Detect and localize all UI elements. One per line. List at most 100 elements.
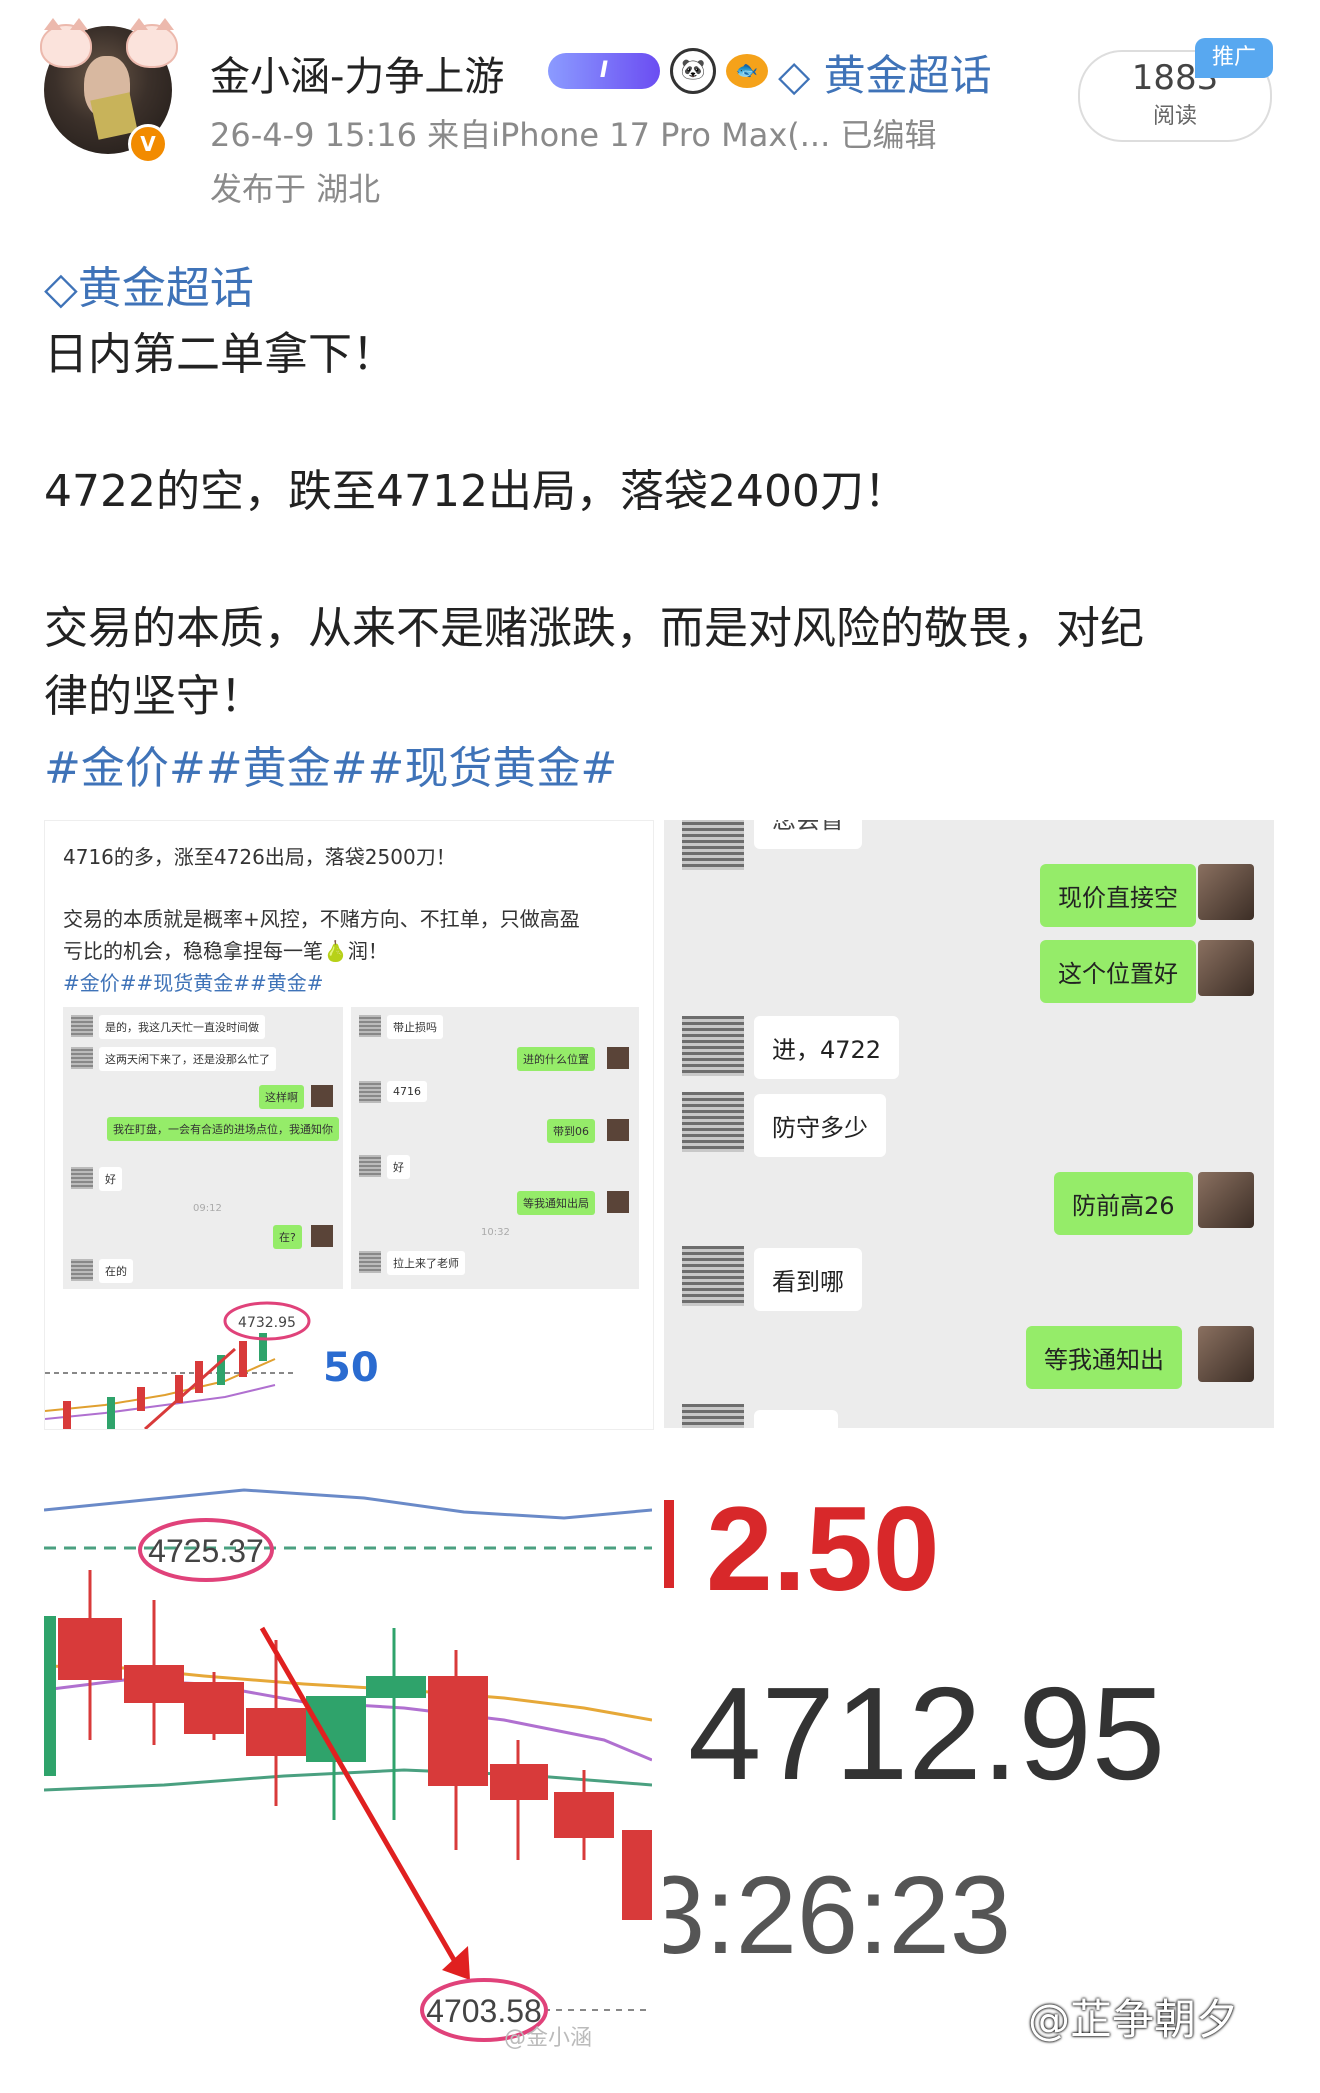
mini-msg: 好 (99, 1167, 122, 1191)
blurred-avatar (682, 1246, 744, 1306)
my-avatar (607, 1119, 629, 1141)
candle (554, 1792, 614, 1838)
img1-line2: 交易的本质就是概率+风控，不赌方向、不扛单，只做高盈 (63, 907, 580, 931)
post-image-1[interactable]: 4716的多，涨至4726出局，落袋2500刀！ 交易的本质就是概率+风控，不赌… (44, 820, 654, 1430)
chart-price-label: 4732.95 (238, 1315, 296, 1331)
blurred-avatar (682, 1404, 744, 1428)
high-price-label: 4725.37 (148, 1533, 264, 1569)
blurred-avatar (359, 1015, 381, 1037)
post-meta: 26-4-9 15:16 来自iPhone 17 Pro Max(... 已编辑 (210, 116, 937, 154)
candle (239, 1341, 247, 1377)
mini-msg: 4716 (387, 1081, 427, 1102)
chat-msg-in: 防守多少 (754, 1094, 886, 1157)
red-edge-mark (664, 1500, 674, 1588)
blurred-avatar (359, 1155, 381, 1177)
my-avatar (1198, 1326, 1254, 1382)
candle (246, 1708, 306, 1756)
weibo-watermark: @芷争朝夕 (1028, 1995, 1239, 2044)
my-avatar (1198, 864, 1254, 920)
chat-msg-out: 等我通知出 (1026, 1326, 1182, 1389)
blurred-avatar (71, 1167, 93, 1189)
topic-link[interactable]: ◇黄金超话 (44, 252, 254, 316)
chat-msg-cut: 您会盲 (754, 820, 862, 849)
author-name[interactable]: 金小涵-力争上游 (210, 44, 504, 102)
blurred-avatar (71, 1047, 93, 1069)
post-line-4: 律的坚守！ (44, 671, 264, 722)
mini-msg: 进的什么位置 (517, 1047, 595, 1071)
chat-msg-out: 现价直接空 (1040, 864, 1196, 927)
post-image-2[interactable]: 您会盲 现价直接空 这个位置好 进，4722 防守多少 防前高26 看到哪 等我… (664, 820, 1274, 1428)
candle (428, 1676, 488, 1786)
blurred-avatar (682, 1092, 744, 1152)
my-avatar (1198, 940, 1254, 996)
hashtags[interactable]: #金价##黄金##现货黄金# (44, 732, 617, 796)
mini-msg: 拉上来了老师 (387, 1251, 465, 1275)
post-image-4[interactable]: 2.50 4712.95 3:26:23 (664, 1440, 1274, 2050)
mini-msg: 在的 (99, 1259, 133, 1283)
candle (124, 1665, 184, 1703)
post-line-2: 4722的空，跌至4712出局，落袋2400刀！ (44, 466, 908, 517)
chat-msg-out: 这个位置好 (1040, 940, 1196, 1003)
up-arrow (144, 1347, 236, 1429)
mini-msg: 带止损吗 (387, 1015, 443, 1039)
img3-candle-chart: 4725.37 4703.58 @金小涵 (44, 1488, 652, 2050)
candle (137, 1387, 145, 1411)
mini-msg: 等我通知出局 (517, 1191, 595, 1215)
candle (184, 1682, 244, 1734)
blurred-avatar (71, 1015, 93, 1037)
price-time: 3:26:23 (664, 1854, 1012, 1977)
post-location: 发布于 湖北 (210, 170, 381, 208)
img1-line1: 4716的多，涨至4726出局，落袋2500刀！ (63, 845, 456, 869)
super-topic-tag[interactable]: ◇ 黄金超话 (778, 42, 992, 103)
my-avatar (311, 1225, 333, 1247)
candle (622, 1830, 652, 1920)
img1-chat-a: 是的，我这几天忙一直没时间做 这两天闲下来了，还是没那么忙了 这样啊 我在盯盘，… (63, 1007, 343, 1289)
promo-badge: 推广 (1195, 38, 1273, 78)
post-line-3: 交易的本质，从来不是赌涨跌，而是对风险的敬畏，对纪 (44, 603, 1144, 654)
my-avatar (311, 1085, 333, 1107)
my-avatar (607, 1047, 629, 1069)
price-change: 2.50 (706, 1482, 940, 1616)
current-price: 4712.95 (688, 1660, 1166, 1807)
vip-level-badge[interactable]: I (548, 53, 660, 89)
blurred-avatar (359, 1251, 381, 1273)
chat-msg-in: 进，4722 (754, 1016, 900, 1079)
chart-big-number: 50 (323, 1345, 379, 1391)
chat-msg-cut: 收到 (754, 1410, 838, 1428)
cat-ear-left-icon (40, 18, 92, 68)
fish-badge-icon[interactable]: 🐟 (726, 54, 768, 88)
read-label: 阅读 (1152, 104, 1197, 129)
mini-msg: 在? (273, 1225, 302, 1249)
mini-time: 09:12 (193, 1203, 222, 1214)
mini-msg: 这两天闲下来了，还是没那么忙了 (99, 1047, 276, 1071)
candle (490, 1764, 548, 1800)
low-price-label: 4703.58 (426, 1993, 542, 2029)
diamond-icon: ◇ (778, 51, 811, 100)
img1-chat-b: 带止损吗 进的什么位置 4716 带到06 好 等我通知出局 10:32 拉上来… (351, 1007, 639, 1289)
candle (107, 1397, 115, 1429)
post-image-3[interactable]: 4725.37 4703.58 @金小涵 (44, 1440, 652, 2050)
my-avatar (1198, 1172, 1254, 1228)
panda-badge-icon[interactable]: 🐼 (670, 48, 716, 94)
verified-v-icon: V (128, 124, 168, 164)
mini-msg: 这样啊 (259, 1085, 304, 1109)
candle (44, 1616, 56, 1776)
blurred-avatar (682, 820, 744, 870)
candle (63, 1401, 71, 1429)
chat-msg-out: 防前高26 (1054, 1172, 1193, 1235)
badge-row: I 🐼 🐟 (548, 48, 768, 94)
small-watermark: @金小涵 (504, 2026, 592, 2050)
img1-mini-chart: 4732.95 50 (45, 1301, 379, 1429)
candle (366, 1676, 426, 1698)
blurred-avatar (359, 1081, 381, 1103)
post-line-1: 日内第二单拿下！ (44, 329, 396, 380)
diamond-icon: ◇ (44, 263, 78, 314)
candle (259, 1333, 267, 1361)
mini-msg: 带到06 (547, 1119, 595, 1143)
blurred-avatar (71, 1259, 93, 1281)
mini-msg: 好 (387, 1155, 410, 1179)
ma-line-blue (44, 1488, 652, 1520)
cat-ear-right-icon (126, 18, 178, 68)
my-avatar (607, 1191, 629, 1213)
img1-line3: 亏比的机会，稳稳拿捏每一笔🍐润！ (63, 939, 388, 963)
